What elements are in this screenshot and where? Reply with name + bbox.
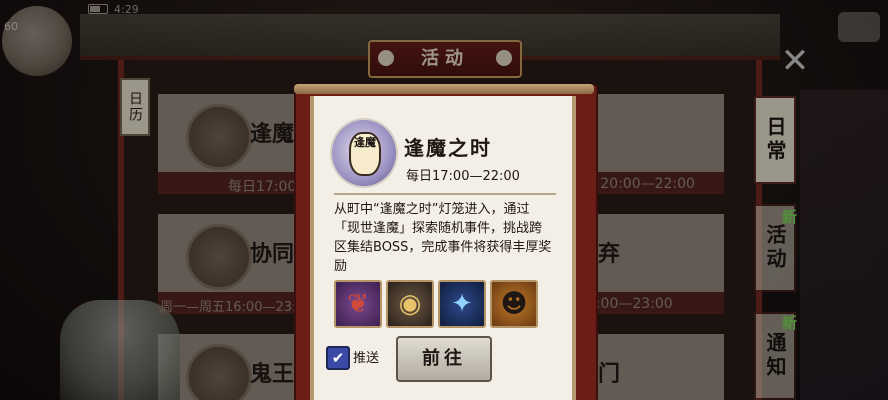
daruma-icon[interactable]: ☻ bbox=[490, 280, 538, 328]
push-checkbox[interactable]: ✔ bbox=[326, 346, 350, 370]
divider bbox=[334, 193, 556, 195]
red-magatama-icon[interactable]: ❦ bbox=[334, 280, 382, 328]
gold-coin-icon[interactable]: ◉ bbox=[386, 280, 434, 328]
dialog-time: 每日17:00—22:00 bbox=[406, 169, 520, 184]
lantern-label: 逢魔 bbox=[349, 132, 381, 176]
scroll-rod bbox=[294, 84, 594, 94]
reward-list: ❦ ◉ ✦ ☻ bbox=[334, 280, 538, 328]
dialog-title: 逢魔之时 bbox=[404, 136, 492, 160]
lantern-icon: 逢魔 bbox=[330, 118, 398, 188]
push-label: 推送 bbox=[353, 351, 380, 366]
goto-button[interactable]: 前往 bbox=[396, 336, 492, 382]
blue-jade-icon[interactable]: ✦ bbox=[438, 280, 486, 328]
dialog-description: 从町中“逢魔之时”灯笼进入，通过「现世逢魔」探索随机事件，挑战跨区集结BOSS，… bbox=[334, 202, 552, 274]
